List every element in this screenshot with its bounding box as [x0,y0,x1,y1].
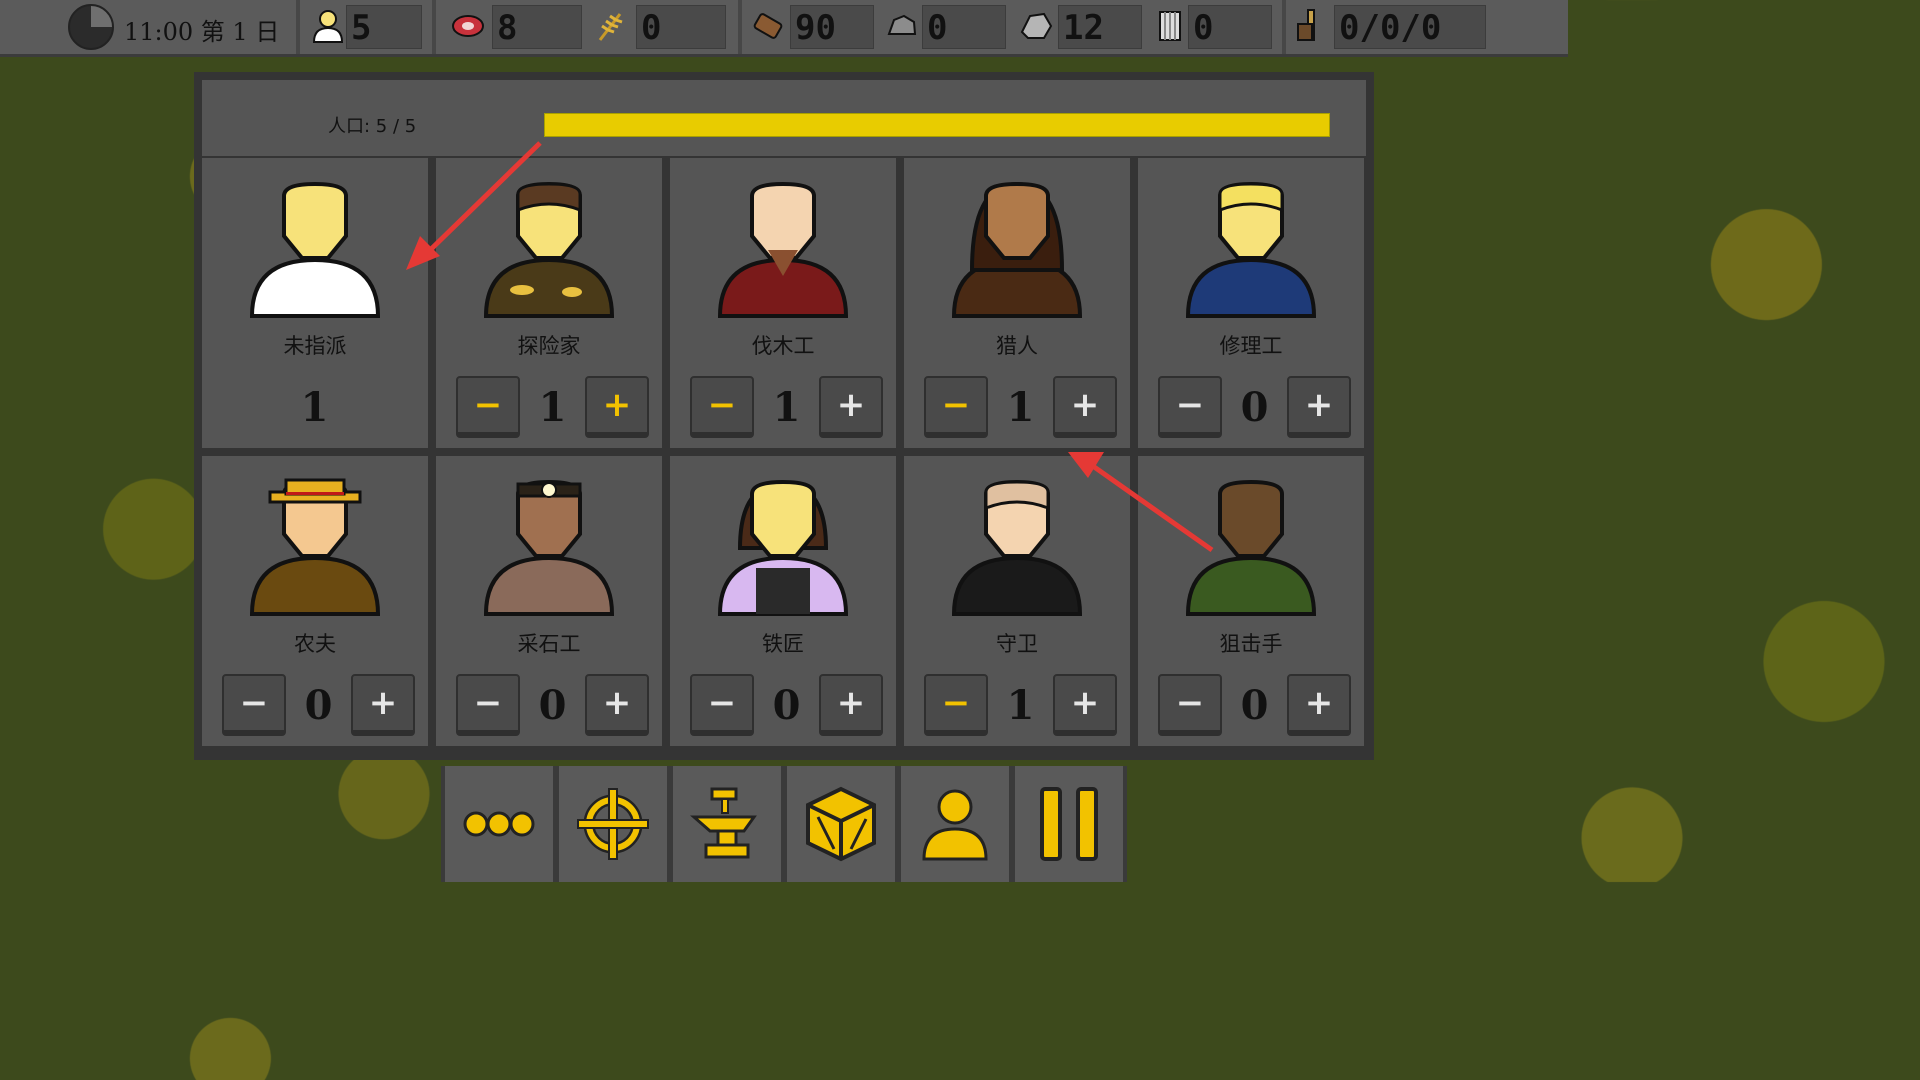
job-count: 0 [304,681,333,729]
stone-value: 0 [922,5,1006,49]
stone-icon [887,14,917,35]
guard-portrait [951,479,1083,616]
more-button[interactable] [445,766,553,882]
job-cell: 未指派 1 [202,158,428,448]
population-header: 人口: 5 / 5 [202,80,1366,156]
decrement-button[interactable]: − [1158,376,1222,438]
increment-button[interactable]: + [819,376,883,438]
job-cell: 伐木工 1− + [670,158,896,448]
job-name: 铁匠 [762,632,804,656]
job-count: 0 [538,681,567,729]
job-name: 探险家 [517,334,581,358]
bottom-toolbar [441,766,1127,882]
job-count: 0 [1240,383,1269,431]
wood-icon [753,13,783,39]
job-cell: 铁匠 0− + [670,456,896,746]
meat-icon [452,15,484,37]
wheat-icon [598,13,623,41]
divider [1282,0,1286,54]
pause-icon [1040,787,1098,861]
wheat-value: 0 [636,5,726,49]
decrement-button[interactable]: − [456,376,520,438]
decrement-button[interactable]: − [222,674,286,736]
job-cell: 采石工 0− + [436,456,662,746]
more-icon [463,811,535,837]
population-progress-fill [545,114,1329,136]
population-icon [312,10,344,43]
anvil-icon [690,787,757,859]
time-day-label: 11:00 第 1 日 [124,18,280,46]
weapons-icon [1297,9,1315,41]
cloth-value: 0 [1188,5,1272,49]
cloth-icon [1159,11,1181,41]
job-cell: 修理工 0− + [1138,158,1364,448]
population-value: 5 [346,5,422,49]
job-count: 0 [1240,681,1269,729]
job-cell: 狙击手 0− + [1138,456,1364,746]
quarrier-portrait [483,479,615,616]
iron-icon [1020,12,1053,39]
increment-button[interactable]: + [1287,674,1351,736]
meat-value: 8 [492,5,582,49]
target-icon [577,788,649,860]
job-count: 1 [538,383,567,431]
increment-button[interactable]: + [1287,376,1351,438]
increment-button[interactable]: + [1053,674,1117,736]
iron-value: 12 [1058,5,1142,49]
job-count: 1 [300,383,329,431]
storage-button[interactable] [787,766,895,882]
crate-icon [806,786,876,862]
wood-value: 90 [790,5,874,49]
job-name: 采石工 [517,632,581,656]
divider [296,0,300,54]
clock-icon [68,4,114,50]
sniper-portrait [1185,479,1317,616]
increment-button[interactable]: + [585,376,649,438]
increment-button[interactable]: + [819,674,883,736]
unassigned-portrait [249,181,381,318]
farmer-portrait [249,478,381,616]
job-name: 农夫 [294,632,336,656]
target-button[interactable] [559,766,667,882]
job-name: 伐木工 [751,334,815,358]
repairman-portrait [1185,181,1317,318]
job-name: 未指派 [283,334,347,358]
job-assignment-panel: 人口: 5 / 5 未指派 1 探险家 1− + 伐木工 1− + 猎人 1− + 修理工 0− + 农夫 0… [194,72,1374,760]
divider [738,0,742,54]
explorer-portrait [483,181,615,318]
increment-button[interactable]: + [351,674,415,736]
increment-button[interactable]: + [1053,376,1117,438]
job-cell: 守卫 1− + [904,456,1130,746]
job-count: 1 [1006,681,1035,729]
people-button[interactable] [901,766,1009,882]
job-count: 1 [1006,383,1035,431]
misc-value: 0/0/0 [1334,5,1486,49]
decrement-button[interactable]: − [690,674,754,736]
resource-bar: 11:00 第 1 日 5 8 0 90 0 12 0 0/0/0 [0,0,1568,57]
job-count: 0 [772,681,801,729]
pause-button[interactable] [1015,766,1123,882]
job-name: 狙击手 [1219,632,1283,656]
decrement-button[interactable]: − [924,674,988,736]
divider [432,0,436,54]
job-count: 1 [772,383,801,431]
lumberjack-portrait [717,181,849,318]
population-progress [544,113,1330,137]
blacksmith-portrait [717,479,849,616]
job-name: 猎人 [996,334,1038,358]
craft-button[interactable] [673,766,781,882]
increment-button[interactable]: + [585,674,649,736]
hunter-portrait [951,181,1083,318]
decrement-button[interactable]: − [1158,674,1222,736]
job-cell: 探险家 1− + [436,158,662,448]
person-icon [922,789,988,861]
population-label: 人口: 5 / 5 [328,116,417,137]
decrement-button[interactable]: − [924,376,988,438]
job-cell: 农夫 0− + [202,456,428,746]
decrement-button[interactable]: − [690,376,754,438]
job-name: 守卫 [996,632,1038,656]
job-cell: 猎人 1− + [904,158,1130,448]
decrement-button[interactable]: − [456,674,520,736]
job-name: 修理工 [1219,334,1283,358]
